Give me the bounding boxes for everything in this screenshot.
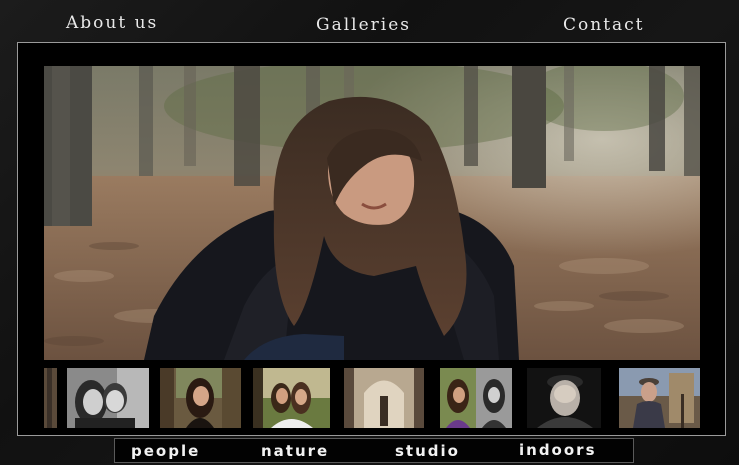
category-studio[interactable]: studio: [395, 440, 460, 462]
thumbnail-4[interactable]: [344, 368, 424, 428]
category-people[interactable]: people: [131, 440, 200, 462]
hero-image: [44, 66, 700, 360]
category-bar: people nature studio indoors: [114, 438, 634, 463]
category-indoors[interactable]: indoors: [519, 439, 597, 461]
thumbnail-3[interactable]: [253, 368, 330, 428]
thumbnail-5[interactable]: [440, 368, 512, 428]
hero-photo: [44, 66, 700, 360]
thumbnail-1[interactable]: [67, 368, 149, 428]
nav-about-us[interactable]: About us: [66, 10, 158, 36]
thumbnail-7[interactable]: [619, 368, 700, 428]
category-nature[interactable]: nature: [261, 440, 329, 462]
nav-contact[interactable]: Contact: [563, 12, 645, 38]
thumbnail-6[interactable]: [527, 368, 601, 428]
nav-galleries[interactable]: Galleries: [316, 12, 411, 38]
thumbnail-2[interactable]: [160, 368, 241, 428]
thumbnail-0[interactable]: [44, 368, 57, 428]
thumbnail-strip: [44, 368, 700, 428]
